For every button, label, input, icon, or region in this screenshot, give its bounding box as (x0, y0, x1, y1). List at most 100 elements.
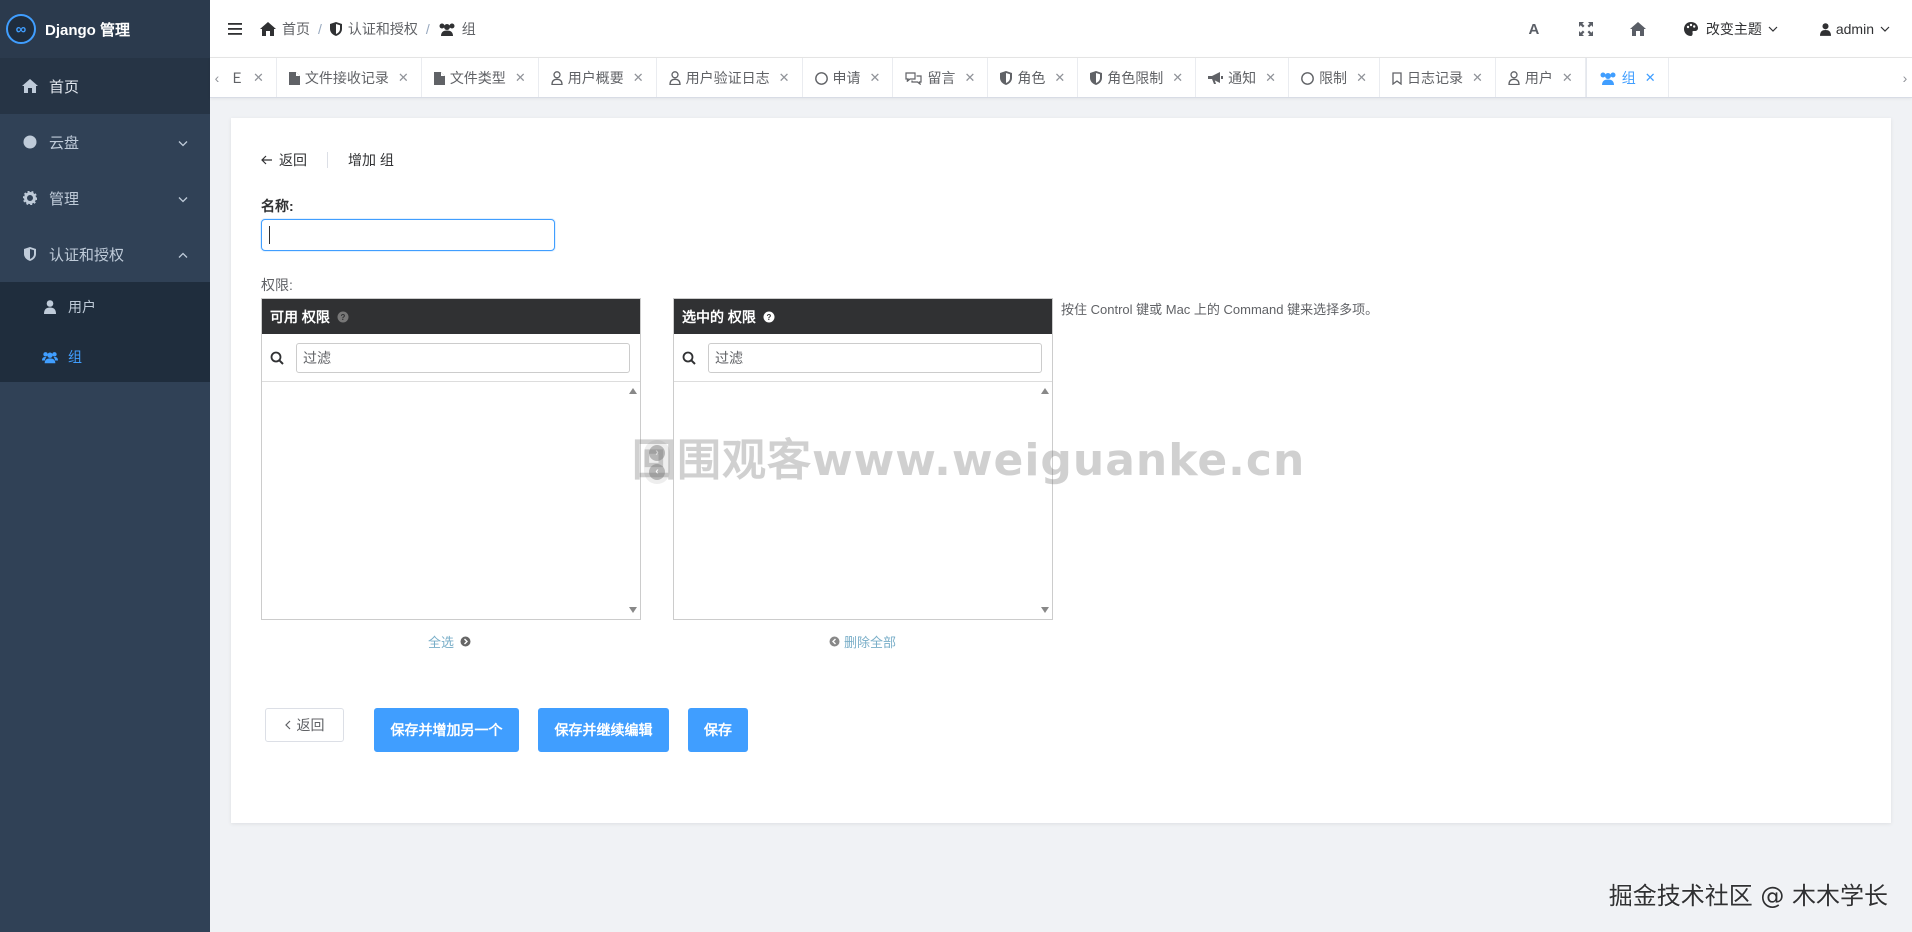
tab-file-receive-log[interactable]: 文件接收记录 ✕ (277, 58, 422, 97)
available-permissions-title: 可用 权限 ? (262, 299, 640, 334)
user-outline-icon (668, 71, 681, 85)
font-size-icon[interactable]: A (1508, 0, 1560, 58)
close-icon[interactable]: ✕ (1265, 70, 1276, 86)
close-icon[interactable]: ✕ (779, 70, 790, 86)
scrollbar[interactable] (626, 382, 640, 619)
close-icon[interactable]: ✕ (870, 70, 881, 86)
choose-all-link[interactable]: 全选 (428, 632, 471, 651)
scroll-up-icon[interactable] (1041, 388, 1049, 394)
logo-icon: ∞ (6, 14, 36, 44)
available-filter-row (262, 334, 640, 382)
tab-scroll-right-icon[interactable]: › (1898, 58, 1912, 97)
available-permissions-list[interactable] (262, 382, 640, 619)
shield-icon (1090, 71, 1103, 85)
scroll-down-icon[interactable] (629, 607, 637, 613)
search-icon (682, 351, 698, 365)
tab-scroll-left-icon[interactable]: ‹ (210, 58, 224, 97)
sidebar-item-groups[interactable]: 组 (0, 332, 210, 382)
clear-all-label: 删除全部 (844, 635, 897, 650)
back-link[interactable]: 返回 (261, 150, 307, 170)
close-icon[interactable]: ✕ (964, 70, 975, 86)
chosen-permissions-list[interactable] (674, 382, 1052, 619)
save-and-add-another-button[interactable]: 保存并增加另一个 (374, 708, 519, 752)
save-and-continue-button[interactable]: 保存并继续编辑 (538, 708, 669, 752)
tab-label: 通知 (1228, 70, 1257, 86)
breadcrumb-separator: / (425, 20, 430, 37)
close-icon[interactable]: ✕ (633, 70, 644, 86)
sidebar-item-manage[interactable]: 管理 (0, 170, 210, 226)
logo[interactable]: ∞ Django 管理 (0, 0, 210, 58)
bookmark-icon (1392, 71, 1402, 85)
tab-application[interactable]: 申请 ✕ (803, 58, 894, 97)
tab-label: Ｅ (230, 70, 244, 86)
chosen-filter-input[interactable] (708, 342, 1042, 373)
user-dropdown[interactable]: admin (1806, 0, 1912, 58)
tab-label: 限制 (1319, 70, 1348, 86)
sidebar-item-home[interactable]: 首页 (0, 58, 210, 114)
page-header: 返回 增加 组 (261, 150, 394, 170)
tab-file-type[interactable]: 文件类型 ✕ (422, 58, 539, 97)
close-icon[interactable]: ✕ (1645, 70, 1656, 86)
breadcrumb-item-auth[interactable]: 认证和授权 (329, 19, 418, 39)
close-icon[interactable]: ✕ (1172, 70, 1183, 86)
selector-chooser: › ‹ (644, 440, 670, 484)
breadcrumb-item-groups: 组 (438, 19, 476, 39)
sidebar-item-label: 管理 (49, 190, 80, 208)
tab-logs[interactable]: 日志记录 ✕ (1380, 58, 1496, 97)
hamburger-icon[interactable] (210, 0, 260, 58)
close-icon[interactable]: ✕ (1562, 70, 1573, 86)
scroll-down-icon[interactable] (1041, 607, 1049, 613)
clear-all-link[interactable]: 删除全部 (829, 632, 896, 651)
breadcrumb-item-home[interactable]: 首页 (260, 19, 310, 39)
back-button[interactable]: 返回 (265, 708, 344, 742)
name-input[interactable] (261, 219, 555, 251)
home-icon (260, 21, 276, 36)
tab-users[interactable]: 用户 ✕ (1496, 58, 1586, 97)
app-title: Django 管理 (45, 21, 130, 39)
tab-label: 角色 (1017, 70, 1046, 86)
tab-limits[interactable]: 限制 ✕ (1289, 58, 1380, 97)
tab-roles[interactable]: 角色 ✕ (988, 58, 1079, 97)
theme-dropdown[interactable]: 改变主题 (1664, 0, 1806, 58)
tab-messages[interactable]: 留言 ✕ (893, 58, 989, 97)
palette-icon (1683, 22, 1698, 36)
save-button[interactable]: 保存 (688, 708, 748, 752)
close-icon[interactable]: ✕ (515, 70, 526, 86)
breadcrumb: 首页 / 认证和授权 / 组 (260, 19, 476, 39)
sidebar-item-label: 首页 (49, 78, 80, 96)
sidebar-item-users[interactable]: 用户 (0, 282, 210, 332)
tab-label: 申请 (832, 70, 861, 86)
close-icon[interactable]: ✕ (253, 70, 264, 86)
circle-outline-icon (814, 71, 828, 85)
available-filter-input[interactable] (296, 342, 630, 373)
chosen-permissions-box: 选中的 权限 ? (673, 298, 1053, 620)
tab-partial[interactable]: Ｅ ✕ (224, 58, 277, 97)
close-icon[interactable]: ✕ (1356, 70, 1367, 86)
navbar-right: A 改变主题 admin (1508, 0, 1912, 58)
users-icon (1599, 71, 1617, 85)
tab-user-profile[interactable]: 用户概要 ✕ (539, 58, 657, 97)
home-icon[interactable] (1612, 0, 1664, 58)
tab-groups[interactable]: 组 ✕ (1585, 58, 1669, 97)
tab-user-auth-log[interactable]: 用户验证日志 ✕ (657, 58, 803, 97)
remove-arrow-icon[interactable]: ‹ (649, 463, 665, 480)
sidebar: ∞ Django 管理 首页 云盘 管理 认证和授权 用户 组 (0, 0, 210, 932)
tab-role-limits[interactable]: 角色限制 ✕ (1078, 58, 1197, 97)
help-icon[interactable]: ? (337, 311, 349, 323)
tab-notifications[interactable]: 通知 ✕ (1196, 58, 1290, 97)
scrollbar[interactable] (1038, 382, 1052, 619)
breadcrumb-separator: / (318, 20, 322, 37)
shield-icon (1000, 71, 1013, 85)
breadcrumb-label: 组 (461, 20, 476, 37)
close-icon[interactable]: ✕ (1472, 70, 1483, 86)
fullscreen-icon[interactable] (1560, 0, 1612, 58)
help-icon[interactable]: ? (763, 311, 775, 323)
add-arrow-icon[interactable]: › (649, 444, 665, 461)
tab-label: 组 (1621, 70, 1636, 86)
chosen-permissions-title: 选中的 权限 ? (674, 299, 1052, 334)
sidebar-item-auth[interactable]: 认证和授权 (0, 226, 210, 282)
sidebar-item-cloud[interactable]: 云盘 (0, 114, 210, 170)
scroll-up-icon[interactable] (629, 388, 637, 394)
close-icon[interactable]: ✕ (398, 70, 409, 86)
close-icon[interactable]: ✕ (1054, 70, 1065, 86)
